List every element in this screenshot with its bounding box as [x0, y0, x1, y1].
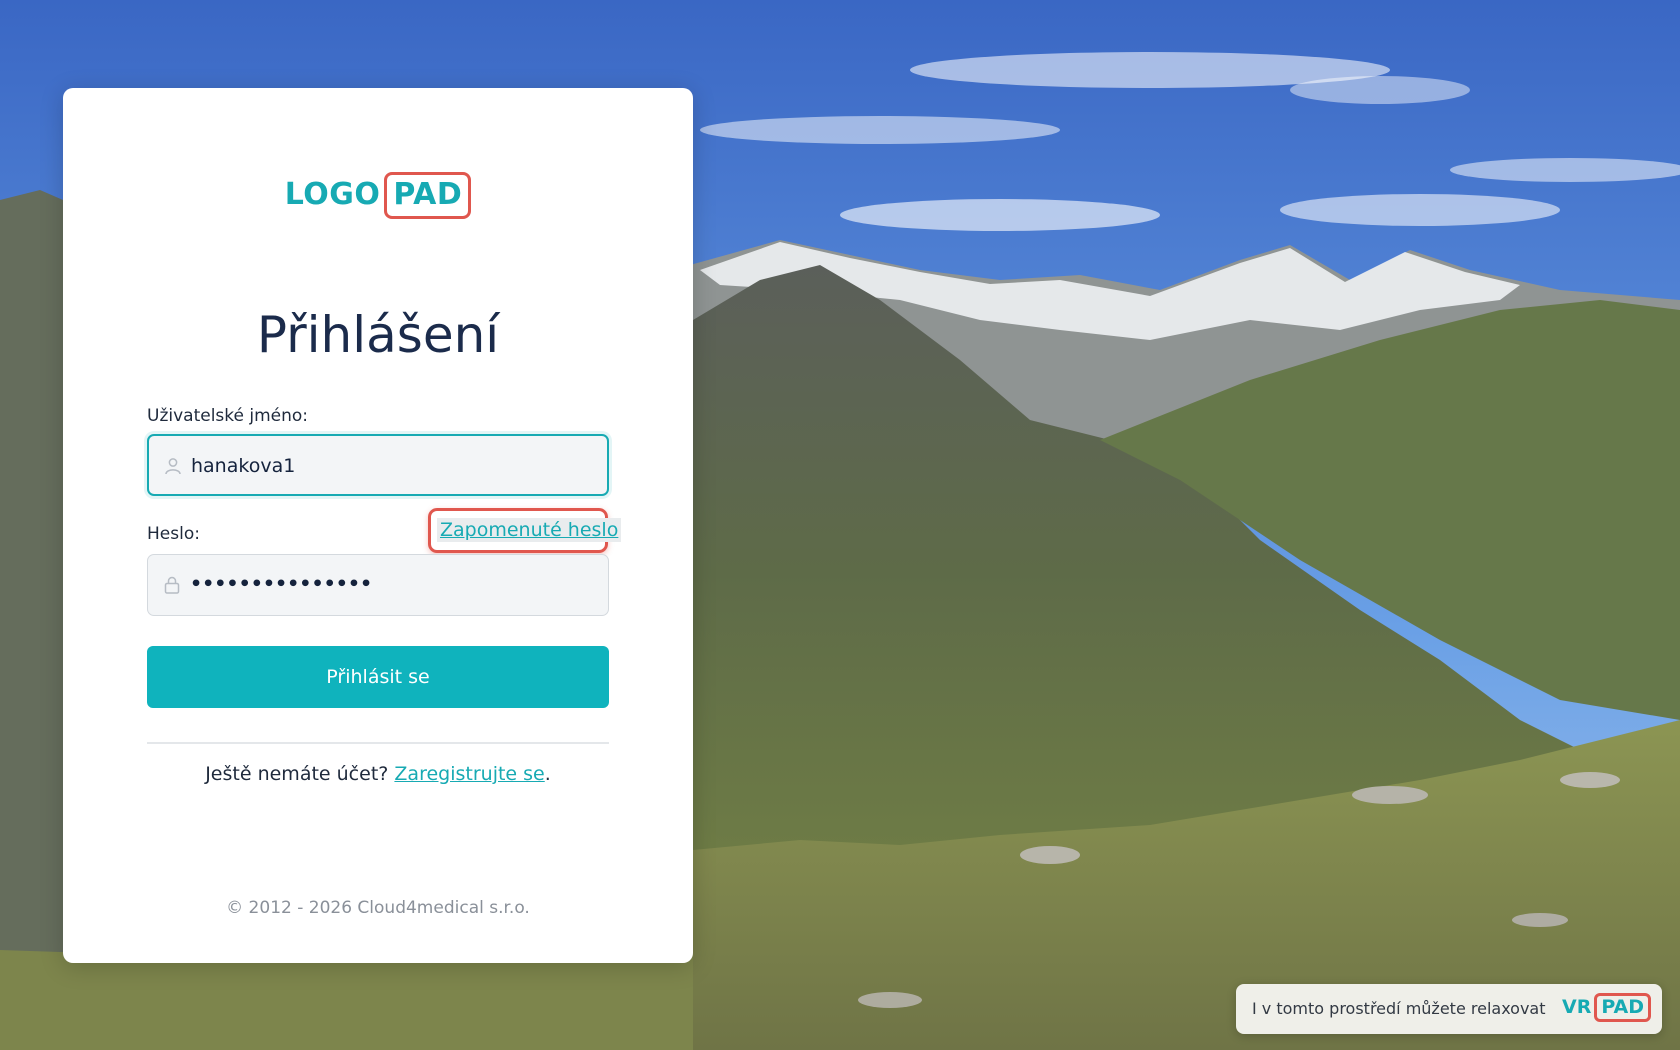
forgot-password-link[interactable]: Zapomenuté heslo: [437, 518, 622, 542]
username-value: hanakova1: [191, 455, 296, 477]
lock-icon: [162, 575, 182, 595]
vr-pad-logo: VR PAD: [1562, 993, 1652, 1022]
page-title: Přihlášení: [256, 306, 500, 364]
vr-pad-banner[interactable]: I v tomto prostředí můžete relaxovat VR P…: [1236, 984, 1662, 1034]
logo-text-logo: LOGO: [284, 177, 381, 212]
register-prompt: Ještě nemáte účet? Zaregistrujte se.: [63, 763, 693, 785]
password-value: •••••••••••••••: [190, 573, 373, 595]
register-prompt-text: Ještě nemáte účet?: [205, 763, 389, 785]
vr-logo-text-vr: VR: [1562, 996, 1592, 1018]
login-card: LOGO PAD Přihlášení Uživatelské jméno: ha…: [63, 88, 693, 963]
password-field[interactable]: •••••••••••••••: [147, 554, 609, 616]
copyright-footer: © 2012 - 2026 Cloud4medical s.r.o.: [226, 898, 530, 918]
register-link[interactable]: Zaregistrujte se: [394, 763, 544, 785]
logo-pad: LOGO PAD: [63, 172, 693, 219]
login-button[interactable]: Přihlásit se: [147, 646, 609, 708]
username-label: Uživatelské jméno:: [147, 406, 309, 426]
vr-logo-text-pad: PAD: [1594, 993, 1652, 1022]
register-suffix: .: [544, 763, 551, 785]
username-field[interactable]: hanakova1: [147, 434, 609, 496]
user-icon: [163, 456, 183, 476]
vr-banner-text: I v tomto prostředí můžete relaxovat: [1252, 999, 1546, 1018]
logo-text-pad: PAD: [384, 172, 472, 219]
password-label: Heslo:: [147, 524, 200, 544]
divider: [147, 742, 609, 744]
forgot-password-highlight: Zapomenuté heslo: [428, 508, 622, 553]
